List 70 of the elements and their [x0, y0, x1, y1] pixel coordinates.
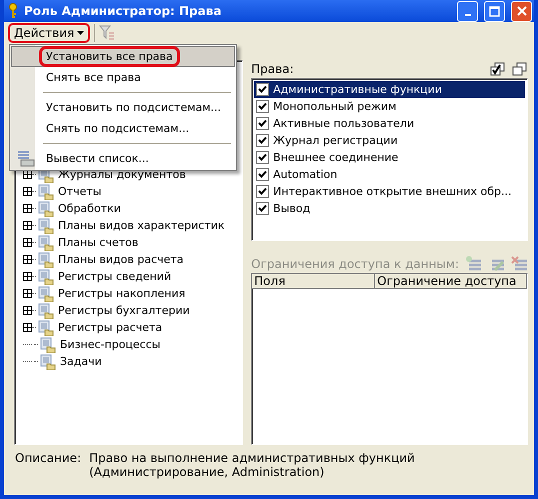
tree-item[interactable]: Планы счетов [58, 236, 138, 249]
description-label: Описание: [15, 451, 82, 467]
checkbox[interactable] [256, 134, 270, 147]
folder-sheet-icon [38, 302, 54, 318]
folder-sheet-icon [38, 286, 54, 302]
checkbox[interactable] [256, 100, 270, 113]
tree-item[interactable]: Планы видов расчета [58, 253, 184, 266]
expand-toggle[interactable] [23, 204, 32, 213]
menu-item[interactable]: Снять все права [11, 67, 235, 88]
tree-item[interactable]: Планы видов характеристик [58, 219, 225, 232]
caret-icon [77, 31, 84, 35]
tree-item[interactable]: Отчеты [58, 185, 102, 198]
menu-item[interactable]: Установить по подсистемам... [11, 97, 235, 118]
expand-toggle[interactable] [23, 221, 32, 230]
rights-item[interactable]: Вывод [254, 200, 525, 217]
expand-toggle[interactable] [23, 272, 32, 281]
checkbox[interactable] [256, 168, 270, 181]
menu-item[interactable]: Снять по подсистемам... [11, 118, 235, 139]
checkbox[interactable] [256, 185, 270, 198]
checkbox[interactable] [256, 202, 270, 215]
folder-sheet-icon [38, 252, 54, 268]
actions-menu-button[interactable]: Действия [8, 23, 90, 43]
rights-item[interactable]: Монопольный режим [254, 98, 525, 115]
description-text: Право на выполнение административных функций (Администрирование, Administration) [89, 451, 415, 481]
tree-item[interactable]: Обработки [58, 202, 121, 215]
minimize-icon [464, 14, 470, 16]
maximize-icon [489, 6, 500, 16]
minimize-button[interactable] [457, 0, 478, 22]
tree-item[interactable]: Журналы документов [58, 168, 186, 181]
checkbox[interactable] [256, 83, 270, 96]
expand-toggle[interactable] [23, 238, 32, 247]
close-button[interactable] [511, 0, 532, 22]
uncheck-all-icon[interactable] [512, 62, 528, 76]
expand-toggle[interactable] [23, 255, 32, 264]
folder-sheet-icon [40, 354, 56, 370]
window-title: Роль Администратор: Права [24, 4, 222, 18]
restrictions-label: Ограничения доступа к данным: [251, 257, 459, 271]
rights-item[interactable]: Журнал регистрации [254, 132, 525, 149]
tree-item[interactable]: Регистры сведений [58, 270, 172, 283]
rights-item[interactable]: Интерактивное открытие внешних обр... [254, 183, 525, 200]
tree-item[interactable]: Регистры бухгалтерии [58, 304, 190, 317]
expand-toggle[interactable] [23, 323, 32, 332]
close-icon [516, 6, 526, 16]
folder-sheet-icon [38, 184, 54, 200]
tree-item[interactable]: Регистры накопления [58, 287, 186, 300]
folder-sheet-icon [40, 336, 56, 352]
checkbox[interactable] [256, 151, 270, 164]
folder-sheet-icon [38, 200, 54, 216]
menu-item[interactable]: Вывести список... [11, 148, 235, 169]
folder-sheet-icon [38, 320, 54, 336]
maximize-button[interactable] [484, 0, 505, 22]
tree-item[interactable]: Бизнес-процессы [60, 338, 160, 351]
checkbox[interactable] [256, 117, 270, 130]
rights-item[interactable]: Automation [254, 166, 525, 183]
folder-sheet-icon [38, 234, 54, 250]
rights-item[interactable]: Внешнее соединение [254, 149, 525, 166]
key-icon [8, 3, 18, 19]
folder-sheet-icon [38, 268, 54, 284]
tree-item[interactable]: Задачи [60, 355, 102, 368]
expand-toggle[interactable] [23, 187, 32, 196]
rights-label: Права: [251, 62, 295, 76]
check-all-icon[interactable] [490, 62, 506, 76]
rights-item[interactable]: Административные функции [254, 81, 525, 98]
list-printer-icon [17, 150, 35, 166]
rights-item[interactable]: Активные пользователи [254, 115, 525, 132]
expand-toggle[interactable] [23, 289, 32, 298]
expand-toggle[interactable] [23, 306, 32, 315]
tree-item[interactable]: Регистры расчета [58, 321, 162, 334]
folder-sheet-icon [38, 218, 54, 234]
menu-item[interactable]: Установить все права [11, 46, 235, 67]
